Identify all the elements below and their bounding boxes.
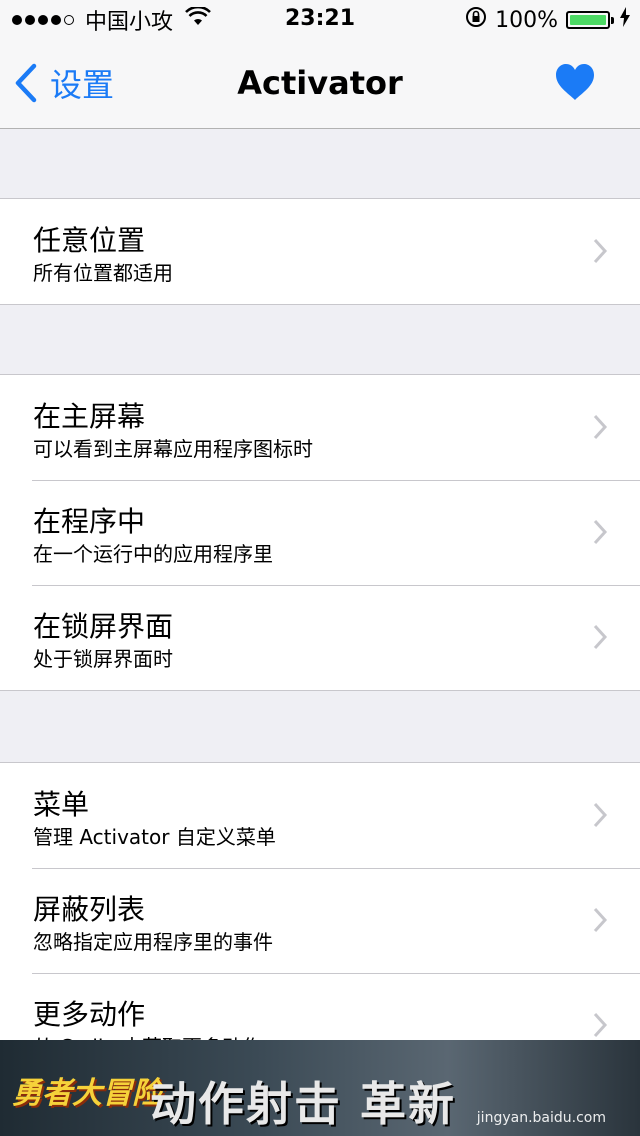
chevron-right-icon — [593, 414, 608, 440]
list-item[interactable]: 在程序中 在一个运行中的应用程序里 — [0, 480, 640, 585]
cell-title: 在程序中 — [33, 505, 146, 538]
settings-group-more: 菜单 管理 Activator 自定义菜单 屏蔽列表 忽略指定应用程序里的事件 … — [0, 762, 640, 1078]
battery-fill — [570, 15, 606, 25]
battery-percent: 100% — [495, 7, 558, 33]
page-title: Activator — [237, 64, 403, 102]
list-item[interactable]: 屏蔽列表 忽略指定应用程序里的事件 — [0, 868, 640, 973]
cell-title: 更多动作 — [33, 998, 146, 1031]
settings-group-locations: 在主屏幕 可以看到主屏幕应用程序图标时 在程序中 在一个运行中的应用程序里 在锁… — [0, 374, 640, 691]
chevron-right-icon — [593, 624, 608, 650]
rotation-lock-icon — [465, 6, 487, 34]
chevron-right-icon — [593, 1012, 608, 1038]
cell-title: 在锁屏界面 — [33, 610, 174, 643]
chevron-right-icon — [593, 519, 608, 545]
cell-subtitle: 处于锁屏界面时 — [33, 647, 173, 671]
chevron-right-icon — [593, 907, 608, 933]
battery-icon — [566, 11, 614, 29]
status-bar: 中国小攻 23:21 100% — [0, 0, 640, 40]
status-right: 100% — [465, 6, 630, 34]
cell-subtitle: 可以看到主屏幕应用程序图标时 — [33, 437, 313, 461]
cell-title: 屏蔽列表 — [33, 893, 146, 926]
navigation-bar: 设置 Activator — [0, 40, 640, 129]
list-item[interactable]: 在锁屏界面 处于锁屏界面时 — [0, 585, 640, 690]
cell-subtitle: 忽略指定应用程序里的事件 — [33, 930, 273, 954]
ad-game-logo: 勇者大冒险 — [12, 1076, 162, 1111]
cell-subtitle: 在一个运行中的应用程序里 — [33, 542, 273, 566]
heart-icon[interactable] — [554, 62, 596, 106]
cell-title: 菜单 — [33, 788, 90, 821]
ad-banner[interactable]: 勇者大冒险 动作射击 革新 jingyan.baidu.com — [0, 1040, 640, 1136]
cell-title: 在主屏幕 — [33, 400, 146, 433]
cell-subtitle: 管理 Activator 自定义菜单 — [33, 825, 276, 849]
cell-title: 任意位置 — [33, 224, 146, 257]
list-item[interactable]: 菜单 管理 Activator 自定义菜单 — [0, 763, 640, 868]
chevron-right-icon — [593, 238, 608, 264]
charging-icon — [620, 7, 630, 33]
settings-group-anywhere: 任意位置 所有位置都适用 — [0, 198, 640, 305]
cell-subtitle: 所有位置都适用 — [33, 261, 173, 285]
watermark: jingyan.baidu.com — [476, 1110, 606, 1126]
list-item[interactable]: 在主屏幕 可以看到主屏幕应用程序图标时 — [0, 375, 640, 480]
chevron-right-icon — [593, 802, 608, 828]
list-item[interactable]: 任意位置 所有位置都适用 — [0, 199, 640, 304]
ad-slogan: 动作射击 革新 — [150, 1077, 457, 1131]
